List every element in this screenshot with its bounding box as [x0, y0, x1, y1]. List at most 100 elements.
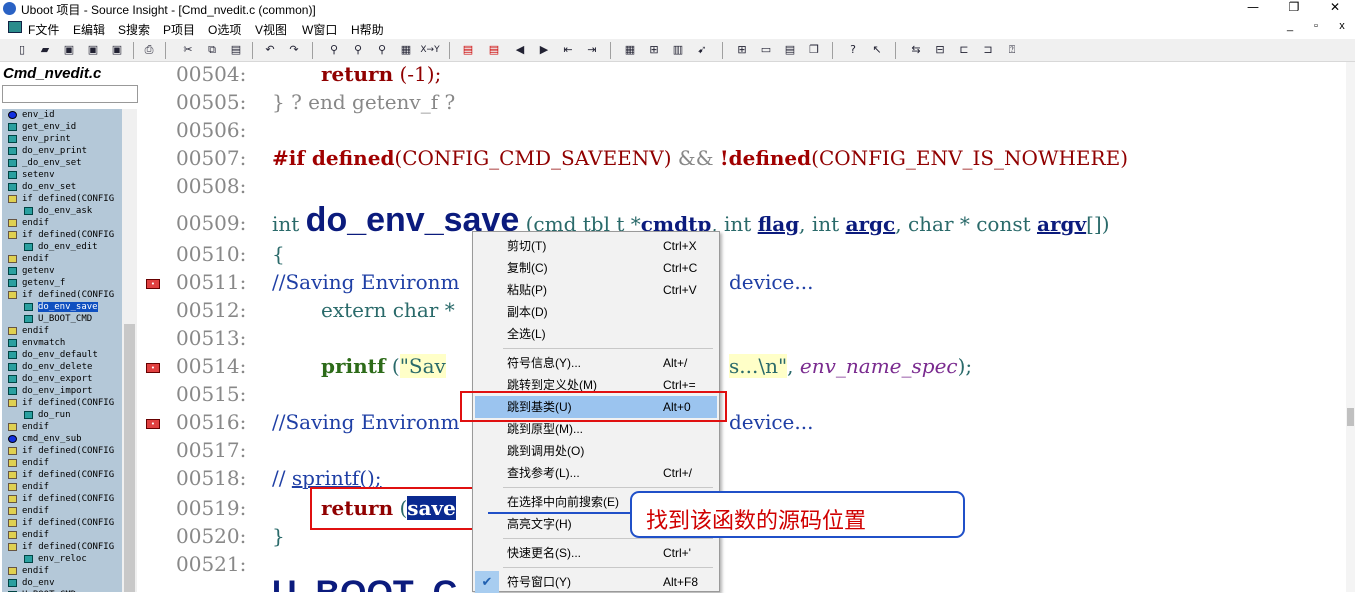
indent-left-icon[interactable]: ⇤	[560, 42, 576, 58]
mdi-restore-button[interactable]: ▫	[1303, 20, 1329, 32]
symbol-list-item[interactable]: do_env_default	[2, 349, 122, 361]
editor-vertical-scrollbar[interactable]	[1346, 62, 1355, 592]
close-button[interactable]: ✕	[1315, 0, 1355, 17]
bookmark-gutter[interactable]: • • •	[142, 62, 166, 592]
symbol-list-item[interactable]: env_print	[2, 133, 122, 145]
bookmark-next-icon[interactable]: ▤	[486, 42, 502, 58]
menu-project[interactable]: P项目	[163, 21, 195, 38]
project-window-icon[interactable]: ⊟	[932, 42, 948, 58]
menu-item-copy[interactable]: 复制(C) Ctrl+C	[475, 257, 717, 279]
print-icon[interactable]: ⎙	[141, 42, 157, 58]
search-files-icon[interactable]: ⚲	[350, 42, 366, 58]
search-next-icon[interactable]: ⚲	[374, 42, 390, 58]
search-project-icon[interactable]: ▦	[398, 42, 414, 58]
mdi-close-button[interactable]: x	[1329, 20, 1355, 32]
symbol-list-item[interactable]: endif	[2, 325, 122, 337]
symbol-list-item[interactable]: endif	[2, 565, 122, 577]
back-icon[interactable]: ◀	[512, 42, 528, 58]
bookmark-icon[interactable]: •	[146, 363, 160, 373]
browse-symbols-icon[interactable]: ▦	[622, 42, 638, 58]
symbol-list-item[interactable]: U_BOOT_CMD	[2, 313, 122, 325]
symbol-list-item[interactable]: env_id	[2, 109, 122, 121]
symbol-list-item[interactable]: endif	[2, 421, 122, 433]
symbol-list-item[interactable]: envmatch	[2, 337, 122, 349]
symbol-list-item[interactable]: if defined(CONFIG	[2, 493, 122, 505]
symbol-list-item[interactable]: do_env_import	[2, 385, 122, 397]
symbol-list-item[interactable]: do_env_ask	[2, 205, 122, 217]
forward-icon[interactable]: ▶	[536, 42, 552, 58]
save-all-icon[interactable]: ▣	[109, 42, 125, 58]
symbol-list-item[interactable]: if defined(CONFIG	[2, 469, 122, 481]
indent-right-icon[interactable]: ⇥	[584, 42, 600, 58]
info-icon[interactable]: ⍰	[1004, 42, 1020, 58]
menu-item-paste[interactable]: 粘贴(P) Ctrl+V	[475, 279, 717, 301]
symbol-list-item[interactable]: endif	[2, 253, 122, 265]
symbol-list[interactable]: env_id get_env_id env_print do_env_print _do…	[2, 109, 122, 592]
menu-view[interactable]: V视图	[255, 21, 287, 38]
symbol-list-item[interactable]: do_env_set	[2, 181, 122, 193]
scrollbar-thumb[interactable]	[124, 324, 135, 592]
symbol-list-item[interactable]: if defined(CONFIG	[2, 289, 122, 301]
tile-icon[interactable]: ▭	[758, 42, 774, 58]
symbol-list-item[interactable]: do_env_save	[2, 301, 122, 313]
mdi-minimize-button[interactable]: _	[1277, 20, 1303, 32]
save-as-icon[interactable]: ▣	[85, 42, 101, 58]
sync-icon[interactable]: ⇆	[908, 42, 924, 58]
symbol-list-item[interactable]: if defined(CONFIG	[2, 397, 122, 409]
symbol-list-item[interactable]: do_env_export	[2, 373, 122, 385]
symbol-list-item[interactable]: if defined(CONFIG	[2, 193, 122, 205]
paste-icon[interactable]: ▤	[228, 42, 244, 58]
relation-icon[interactable]: ⊞	[646, 42, 662, 58]
open-folder-icon[interactable]: ▰	[37, 42, 53, 58]
symbol-list-item[interactable]: do_env	[2, 577, 122, 589]
menu-edit[interactable]: E编辑	[73, 21, 105, 38]
undo-icon[interactable]: ↶	[262, 42, 278, 58]
symbol-list-item[interactable]: get_env_id	[2, 121, 122, 133]
symbol-list-item[interactable]: _do_env_set	[2, 157, 122, 169]
layout-icon[interactable]: ⊞	[734, 42, 750, 58]
menu-item-find-references[interactable]: 查找参考(L)... Ctrl+/	[475, 462, 717, 484]
symbol-list-item[interactable]: do_run	[2, 409, 122, 421]
scrollbar-thumb[interactable]	[1347, 408, 1354, 426]
restore-button[interactable]: ❐	[1274, 0, 1314, 17]
relation-window-icon[interactable]: ⊏	[956, 42, 972, 58]
symbol-window-icon[interactable]: ⊐	[980, 42, 996, 58]
symbol-list-item[interactable]: cmd_env_sub	[2, 433, 122, 445]
symbol-list-item[interactable]: endif	[2, 217, 122, 229]
menu-file[interactable]: F文件	[28, 21, 59, 38]
menu-item-duplicate[interactable]: 副本(D)	[475, 301, 717, 323]
symbol-list-item[interactable]: if defined(CONFIG	[2, 229, 122, 241]
help-icon[interactable]: ?	[845, 42, 861, 58]
menu-item-jump-to-caller[interactable]: 跳到调用处(O)	[475, 440, 717, 462]
symbol-list-item[interactable]: if defined(CONFIG	[2, 445, 122, 457]
context-help-icon[interactable]: ↖	[869, 42, 885, 58]
symbol-list-item[interactable]: endif	[2, 457, 122, 469]
symbol-list-item[interactable]: do_env_edit	[2, 241, 122, 253]
save-icon[interactable]: ▣	[61, 42, 77, 58]
minimize-button[interactable]: —	[1233, 0, 1273, 17]
symbol-list-item[interactable]: setenv	[2, 169, 122, 181]
symbol-list-item[interactable]: getenv	[2, 265, 122, 277]
menu-window[interactable]: W窗口	[302, 21, 337, 38]
menu-item-symbol-info[interactable]: 符号信息(Y)... Alt+/	[475, 352, 717, 374]
symbol-list-item[interactable]: do_env_delete	[2, 361, 122, 373]
new-file-icon[interactable]: ▯	[14, 42, 30, 58]
symbol-list-item[interactable]: endif	[2, 529, 122, 541]
symbol-search-input[interactable]	[2, 85, 138, 103]
menu-options[interactable]: O选项	[208, 21, 241, 38]
menu-search[interactable]: S搜索	[118, 21, 150, 38]
bookmark-icon[interactable]: ▤	[460, 42, 476, 58]
bookmark-icon[interactable]: •	[146, 419, 160, 429]
menu-item-cut[interactable]: 剪切(T) Ctrl+X	[475, 235, 717, 257]
book-icon[interactable]: ▥	[670, 42, 686, 58]
symbol-list-item[interactable]: do_env_print	[2, 145, 122, 157]
symbol-list-item[interactable]: endif	[2, 481, 122, 493]
copy-icon[interactable]: ⧉	[204, 42, 220, 58]
menu-item-symbol-window[interactable]: ✔ 符号窗口(Y) Alt+F8	[475, 571, 717, 593]
cascade-icon[interactable]: ❐	[806, 42, 822, 58]
jump-icon[interactable]: ➹	[694, 42, 710, 58]
search-icon[interactable]: ⚲	[326, 42, 342, 58]
symbol-list-item[interactable]: env_reloc	[2, 553, 122, 565]
bookmark-icon[interactable]: •	[146, 279, 160, 289]
redo-icon[interactable]: ↷	[286, 42, 302, 58]
